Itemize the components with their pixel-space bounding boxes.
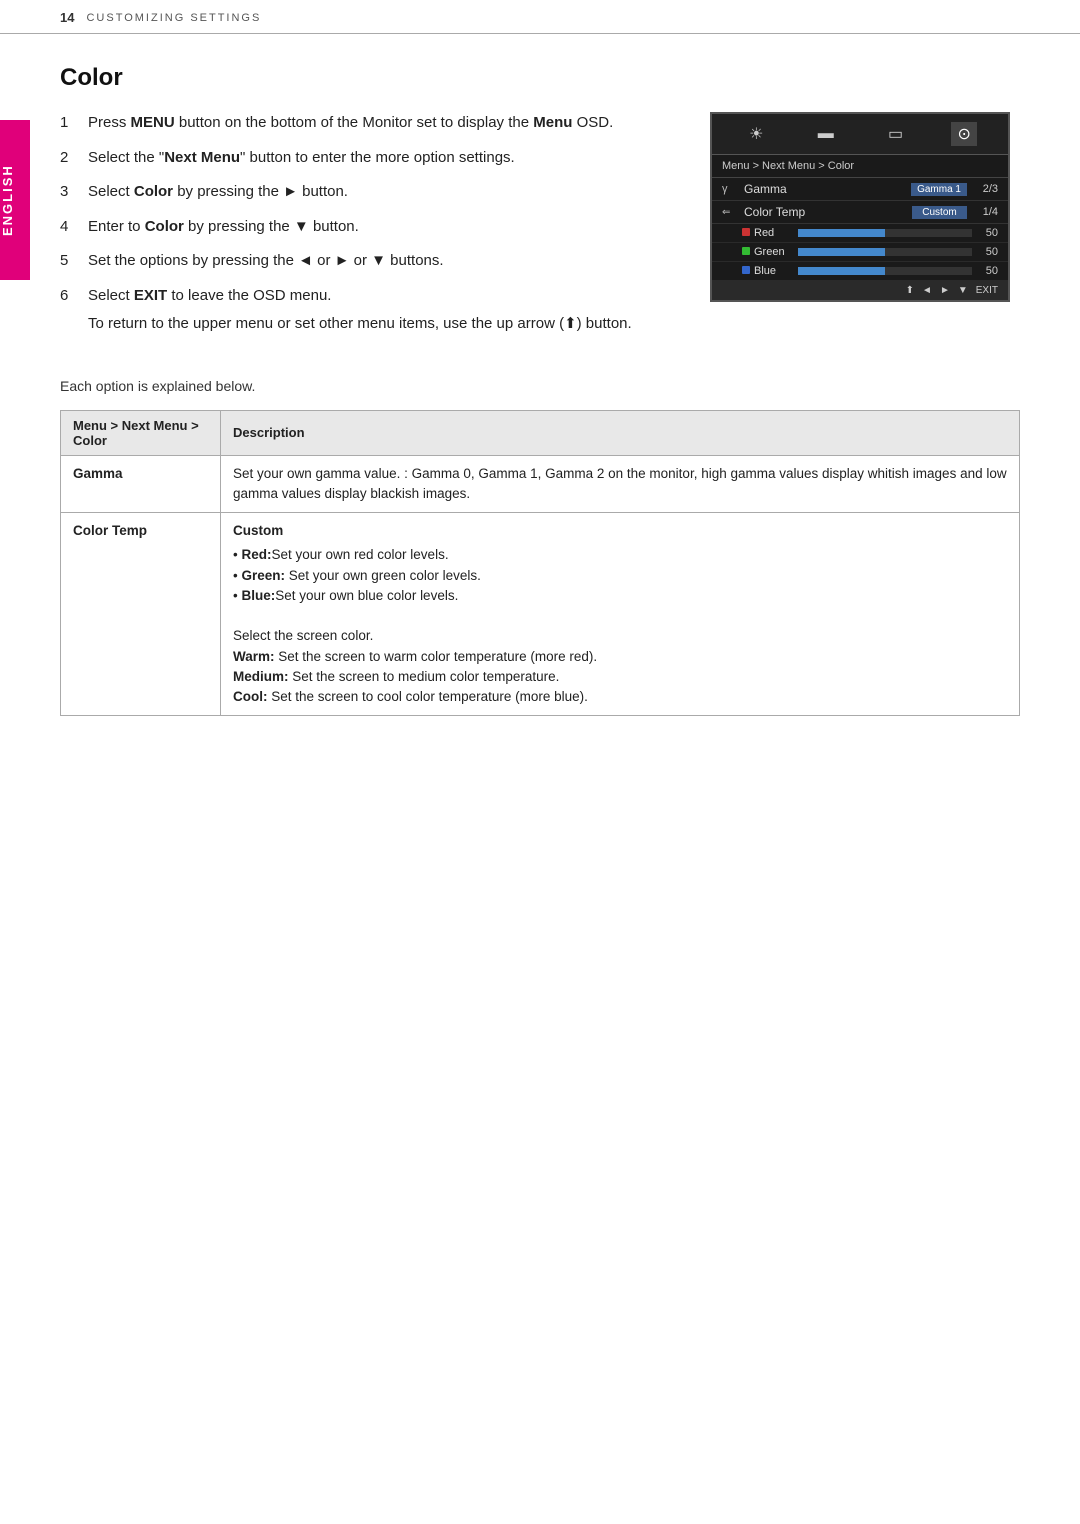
step-5-number: 5 bbox=[60, 250, 80, 273]
table-header-menu: Menu > Next Menu > Color bbox=[61, 410, 221, 455]
osd-btn-down[interactable]: ▼ bbox=[958, 285, 968, 296]
sidebar-english-label: ENGLISH bbox=[0, 120, 30, 280]
osd-gamma-icon: γ bbox=[722, 183, 740, 195]
osd-gamma-num: 2/3 bbox=[973, 183, 998, 195]
step-5: 5 Set the options by pressing the ◄ or ►… bbox=[60, 250, 670, 273]
step-1-text: Press MENU button on the bottom of the M… bbox=[88, 112, 670, 135]
osd-green-bar-fill bbox=[798, 248, 885, 256]
table-header-description: Description bbox=[221, 410, 1020, 455]
osd-btn-left[interactable]: ◄ bbox=[922, 285, 932, 296]
osd-blue-label: Blue bbox=[742, 265, 792, 277]
return-text: To return to the upper menu or set other… bbox=[88, 313, 670, 336]
osd-icon-monitor: ▭ bbox=[882, 122, 909, 146]
table-cell-gamma-label: Gamma bbox=[61, 455, 221, 513]
osd-blue-bar-fill bbox=[798, 267, 885, 275]
step-1: 1 Press MENU button on the bottom of the… bbox=[60, 112, 670, 135]
table-blue-line: • Blue:Set your own blue color levels. bbox=[233, 588, 458, 603]
osd-gamma-label: Gamma bbox=[744, 182, 911, 196]
table-cell-colortemp-label: Color Temp bbox=[61, 513, 221, 716]
step-2-number: 2 bbox=[60, 147, 80, 170]
section-title: Color bbox=[60, 64, 1020, 92]
osd-breadcrumb: Menu > Next Menu > Color bbox=[712, 155, 1008, 178]
step-6: 6 Select EXIT to leave the OSD menu. To … bbox=[60, 285, 670, 336]
table-row-gamma: Gamma Set your own gamma value. : Gamma … bbox=[61, 455, 1020, 513]
table-red-line: • Red:Set your own red color levels. bbox=[233, 547, 449, 562]
page-header: 14 CUSTOMIZING SETTINGS bbox=[0, 0, 1080, 34]
page-subtitle: CUSTOMIZING SETTINGS bbox=[86, 12, 261, 24]
osd-icon-brightness: ☀ bbox=[743, 122, 769, 146]
step-4-text: Enter to Color by pressing the ▼ button. bbox=[88, 216, 670, 239]
osd-colortemp-value: Custom bbox=[912, 206, 967, 219]
osd-red-bar bbox=[798, 229, 972, 237]
osd-blue-num: 50 bbox=[978, 265, 998, 277]
osd-footer: ⬆ ◄ ► ▼ EXIT bbox=[712, 281, 1008, 300]
osd-box: ☀ ▬ ▭ ⊙ Menu > Next Menu > Color γ Gamma… bbox=[710, 112, 1010, 302]
osd-red-row: Red 50 bbox=[712, 224, 1008, 243]
step-5-text: Set the options by pressing the ◄ or ► o… bbox=[88, 250, 670, 273]
osd-icons-row: ☀ ▬ ▭ ⊙ bbox=[712, 114, 1008, 155]
osd-blue-row: Blue 50 bbox=[712, 262, 1008, 281]
steps-list: 1 Press MENU button on the bottom of the… bbox=[60, 112, 670, 336]
osd-green-row: Green 50 bbox=[712, 243, 1008, 262]
osd-green-label: Green bbox=[742, 246, 792, 258]
osd-green-dot bbox=[742, 247, 750, 255]
step-4-number: 4 bbox=[60, 216, 80, 239]
two-column-layout: 1 Press MENU button on the bottom of the… bbox=[60, 112, 1020, 348]
page-number: 14 bbox=[60, 10, 74, 25]
osd-btn-right[interactable]: ► bbox=[940, 285, 950, 296]
osd-btn-up[interactable]: ⬆ bbox=[906, 285, 914, 296]
table-cell-gamma-desc: Set your own gamma value. : Gamma 0, Gam… bbox=[221, 455, 1020, 513]
osd-colortemp-num: 1/4 bbox=[973, 206, 998, 218]
options-table: Menu > Next Menu > Color Description Gam… bbox=[60, 410, 1020, 717]
osd-icon-color: ⊙ bbox=[951, 122, 976, 146]
osd-green-bar bbox=[798, 248, 972, 256]
osd-red-dot bbox=[742, 228, 750, 236]
osd-colortemp-label: Color Temp bbox=[744, 205, 912, 219]
osd-blue-dot bbox=[742, 266, 750, 274]
each-option-text: Each option is explained below. bbox=[60, 378, 1020, 394]
table-green-line: • Green: Set your own green color levels… bbox=[233, 568, 481, 583]
step-3: 3 Select Color by pressing the ► button. bbox=[60, 181, 670, 204]
step-2: 2 Select the "Next Menu" button to enter… bbox=[60, 147, 670, 170]
step-4: 4 Enter to Color by pressing the ▼ butto… bbox=[60, 216, 670, 239]
table-row-colortemp: Color Temp Custom • Red:Set your own red… bbox=[61, 513, 1020, 716]
step-6-number: 6 bbox=[60, 285, 80, 336]
osd-red-label: Red bbox=[742, 227, 792, 239]
table-cell-colortemp-desc: Custom • Red:Set your own red color leve… bbox=[221, 513, 1020, 716]
osd-gamma-value: Gamma 1 bbox=[911, 183, 967, 196]
osd-colortemp-icon: ⇐ bbox=[722, 207, 740, 218]
osd-red-num: 50 bbox=[978, 227, 998, 239]
osd-btn-exit[interactable]: EXIT bbox=[976, 285, 998, 296]
step-3-text: Select Color by pressing the ► button. bbox=[88, 181, 670, 204]
osd-colortemp-row: ⇐ Color Temp Custom 1/4 bbox=[712, 201, 1008, 224]
instructions-column: 1 Press MENU button on the bottom of the… bbox=[60, 112, 670, 348]
osd-icon-display: ▬ bbox=[812, 123, 840, 145]
osd-display-column: ☀ ▬ ▭ ⊙ Menu > Next Menu > Color γ Gamma… bbox=[710, 112, 1020, 348]
osd-red-bar-fill bbox=[798, 229, 885, 237]
table-custom-label: Custom bbox=[233, 521, 1007, 541]
step-1-number: 1 bbox=[60, 112, 80, 135]
osd-blue-bar bbox=[798, 267, 972, 275]
main-content: Color 1 Press MENU button on the bottom … bbox=[0, 34, 1080, 756]
step-2-text: Select the "Next Menu" button to enter t… bbox=[88, 147, 670, 170]
table-select-text: Select the screen color. Warm: Set the s… bbox=[233, 628, 597, 704]
step-3-number: 3 bbox=[60, 181, 80, 204]
step-6-text: Select EXIT to leave the OSD menu. To re… bbox=[88, 285, 670, 336]
osd-gamma-row: γ Gamma Gamma 1 2/3 bbox=[712, 178, 1008, 201]
osd-green-num: 50 bbox=[978, 246, 998, 258]
